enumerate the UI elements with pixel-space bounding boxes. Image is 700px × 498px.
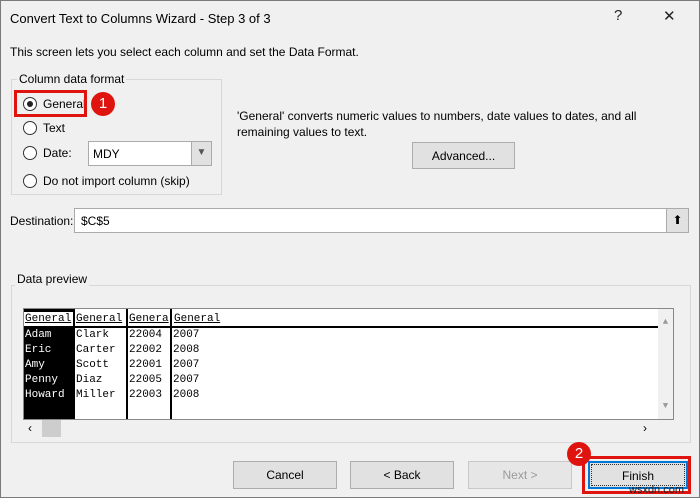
radio-label: Text: [43, 121, 66, 135]
step-badge-1: 1: [91, 92, 115, 116]
column-header[interactable]: General: [24, 312, 73, 328]
cell: 22005: [129, 374, 163, 386]
highlight-box-general: [14, 90, 87, 117]
radio-date[interactable]: Date:: [23, 146, 72, 160]
cell: 2007: [173, 329, 200, 341]
radio-label: Do not import column (skip): [43, 174, 190, 188]
column-header-text: General: [174, 313, 221, 325]
cell: Clark: [76, 329, 110, 341]
scroll-left-icon[interactable]: ‹: [28, 421, 32, 435]
horizontal-scrollbar[interactable]: ‹ ›: [23, 420, 659, 437]
destination-value: $C$5: [81, 214, 110, 228]
destination-label: Destination:: [10, 214, 74, 228]
cancel-button[interactable]: Cancel: [233, 461, 337, 489]
date-format-value: MDY: [93, 147, 120, 161]
chevron-down-icon[interactable]: ▼: [191, 142, 211, 165]
next-button[interactable]: Next >: [468, 461, 572, 489]
date-format-select[interactable]: MDY ▼: [88, 141, 212, 166]
radio-skip[interactable]: Do not import column (skip): [23, 174, 190, 188]
cell: Eric: [25, 344, 52, 356]
scroll-right-icon[interactable]: ›: [643, 421, 647, 435]
cell: Scott: [76, 359, 110, 371]
cell: Miller: [76, 389, 116, 401]
cell: 22002: [129, 344, 163, 356]
cell: Carter: [76, 344, 116, 356]
column-format-label: Column data format: [17, 72, 127, 86]
cell: Penny: [25, 374, 59, 386]
advanced-button[interactable]: Advanced...: [412, 142, 515, 169]
vertical-scrollbar[interactable]: ▲ ▼: [658, 309, 673, 419]
cell: 22004: [129, 329, 163, 341]
radio-label: Date:: [43, 146, 72, 160]
column-header[interactable]: Genera: [128, 312, 170, 328]
preview-column-1[interactable]: General Adam Eric Amy Penny Howard: [24, 309, 75, 419]
description: This screen lets you select each column …: [10, 45, 359, 59]
scroll-up-icon[interactable]: ▲: [658, 317, 673, 327]
step-badge-2: 2: [567, 442, 591, 466]
scroll-down-icon[interactable]: ▼: [658, 401, 673, 411]
column-header[interactable]: General: [172, 312, 659, 328]
column-header[interactable]: General: [75, 312, 126, 328]
collapse-dialog-icon[interactable]: ⬆: [666, 209, 688, 232]
data-preview-grid[interactable]: General Adam Eric Amy Penny Howard General C…: [23, 308, 674, 420]
cell: 2008: [173, 344, 200, 356]
cell: 22003: [129, 389, 163, 401]
cell: Howard: [25, 389, 65, 401]
cell: 2007: [173, 374, 200, 386]
back-button[interactable]: < Back: [350, 461, 454, 489]
dialog-title: Convert Text to Columns Wizard - Step 3 …: [10, 11, 271, 26]
radio-circle: [23, 174, 37, 188]
close-button[interactable]: ✕: [663, 7, 676, 25]
cell: 2008: [173, 389, 200, 401]
cell: 2007: [173, 359, 200, 371]
watermark: wsxdn.com: [629, 484, 685, 496]
info-line-1: 'General' converts numeric values to num…: [237, 109, 637, 123]
radio-circle: [23, 146, 37, 160]
preview-column-3[interactable]: Genera 22004 22002 22001 22005 22003: [128, 309, 172, 419]
scroll-thumb[interactable]: [42, 420, 61, 437]
destination-input[interactable]: $C$5 ⬆: [74, 208, 689, 233]
preview-column-2[interactable]: General Clark Carter Scott Diaz Miller: [75, 309, 128, 419]
info-line-2: remaining values to text.: [237, 125, 368, 139]
help-button[interactable]: ?: [614, 7, 622, 24]
preview-column-4[interactable]: General 2007 2008 2007 2007 2008: [172, 309, 659, 419]
radio-text[interactable]: Text: [23, 121, 65, 135]
cell: Amy: [25, 359, 45, 371]
radio-circle: [23, 121, 37, 135]
cell: Adam: [25, 329, 52, 341]
cell: Diaz: [76, 374, 103, 386]
cell: 22001: [129, 359, 163, 371]
data-preview-label: Data preview: [15, 272, 90, 286]
